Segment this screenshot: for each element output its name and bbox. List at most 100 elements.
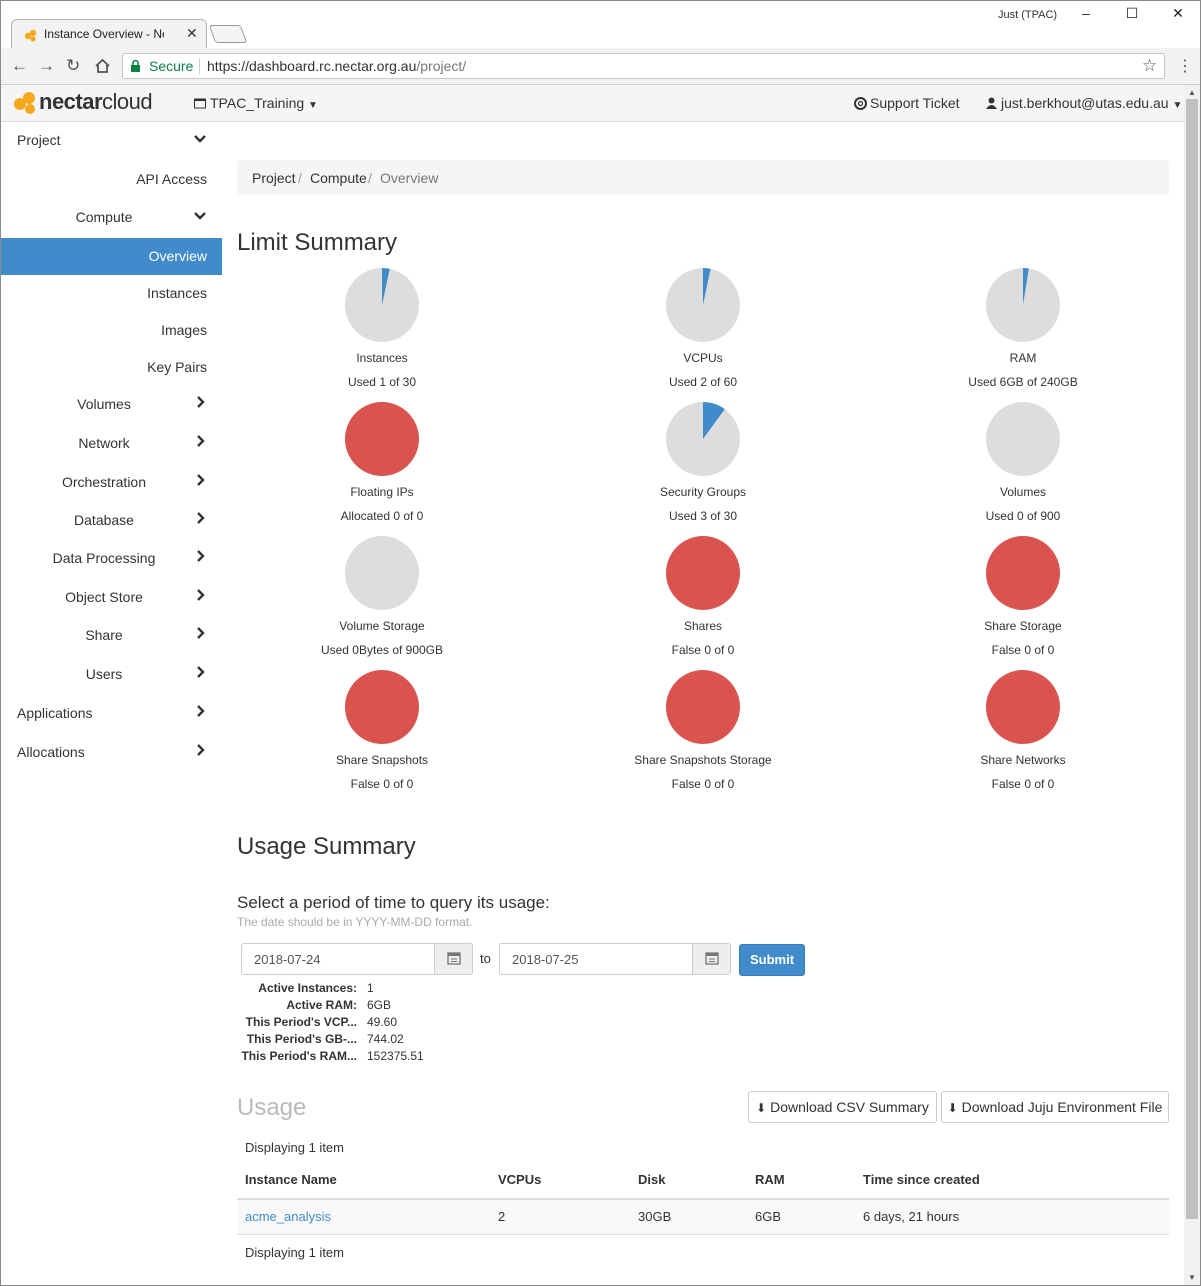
- minimize-icon[interactable]: –: [1071, 5, 1101, 21]
- end-date-value: 2018-07-25: [512, 952, 579, 967]
- pie-chart: [345, 268, 419, 342]
- submit-button[interactable]: Submit: [739, 944, 805, 976]
- breadcrumb: Project / Compute / Overview: [237, 160, 1169, 195]
- download-csv-button[interactable]: ⬇ Download CSV Summary: [748, 1091, 937, 1123]
- sidebar-item-network[interactable]: Network: [1, 425, 222, 462]
- limit-pie-volumes: [923, 401, 1123, 477]
- sidebar-item-label: Instances: [147, 285, 207, 301]
- table-count-top: Displaying 1 item: [245, 1140, 344, 1155]
- breadcrumb-project[interactable]: Project: [252, 170, 296, 186]
- chevron-right-icon: [197, 705, 205, 717]
- bookmark-star-icon[interactable]: ☆: [1142, 56, 1157, 76]
- back-icon[interactable]: ←: [11, 56, 28, 76]
- col-vcpus[interactable]: VCPUs: [498, 1172, 541, 1187]
- browser-menu-icon[interactable]: ⋮: [1177, 56, 1193, 76]
- query-hint: The date should be in YYYY-MM-DD format.: [237, 915, 473, 929]
- pie-label: Share Snapshots Storage: [634, 753, 772, 767]
- sidebar-item-volumes[interactable]: Volumes: [1, 386, 222, 423]
- pie-status: False 0 of 0: [350, 777, 414, 791]
- page-scrollbar[interactable]: ▲ ▼: [1184, 85, 1200, 1285]
- pie-status: Used 0 of 900: [985, 509, 1061, 523]
- new-tab-button[interactable]: [208, 25, 248, 43]
- browser-window: Instance Overview - Nect ✕ Just (TPAC) –…: [0, 0, 1201, 1286]
- sidebar-item-project[interactable]: Project: [1, 122, 222, 159]
- secure-label: Secure: [149, 58, 194, 74]
- cell-vcpus: 2: [498, 1209, 506, 1224]
- pie-chart: [345, 670, 419, 744]
- pie-status: Used 0Bytes of 900GB: [320, 643, 444, 657]
- pie-label: RAM: [1009, 351, 1037, 365]
- download-juju-button[interactable]: ⬇ Download Juju Environment File: [941, 1091, 1169, 1123]
- maximize-icon[interactable]: ☐: [1117, 5, 1147, 22]
- sidebar-item-images[interactable]: Images: [1, 312, 222, 349]
- sidebar-item-api-access[interactable]: API Access: [1, 161, 222, 198]
- brand-wordmark[interactable]: nectarcloud: [39, 89, 153, 115]
- scroll-up-icon[interactable]: ▲: [1188, 88, 1196, 97]
- start-date-field[interactable]: 2018-07-24: [241, 943, 473, 975]
- browser-tab[interactable]: Instance Overview - Nect ✕: [11, 19, 207, 48]
- breadcrumb-compute[interactable]: Compute: [310, 170, 367, 186]
- scrollbar-thumb[interactable]: [1186, 99, 1198, 1219]
- col-instance-name[interactable]: Instance Name: [245, 1172, 337, 1187]
- limit-summary-title: Limit Summary: [237, 229, 398, 256]
- pie-background: [986, 402, 1060, 476]
- pie-label: Shares: [683, 619, 723, 633]
- sidebar-item-object-store[interactable]: Object Store: [1, 579, 222, 616]
- url-text[interactable]: https://dashboard.rc.nectar.org.au/proje…: [207, 58, 466, 74]
- pie-status: Allocated 0 of 0: [340, 509, 424, 523]
- cell-disk: 30GB: [638, 1209, 672, 1224]
- end-calendar-button[interactable]: [692, 944, 730, 974]
- forward-icon[interactable]: →: [38, 56, 55, 76]
- user-menu[interactable]: just.berkhout@utas.edu.au ▼: [986, 95, 1182, 111]
- sidebar-item-label: Allocations: [17, 744, 85, 760]
- pie-status: False 0 of 0: [991, 777, 1055, 791]
- sidebar-item-overview[interactable]: Overview: [1, 238, 222, 275]
- close-window-icon[interactable]: ✕: [1163, 5, 1193, 22]
- col-ram[interactable]: RAM: [755, 1172, 785, 1187]
- pie-background: [666, 670, 740, 744]
- reload-icon[interactable]: ↻: [66, 56, 80, 76]
- stat-value: 152375.51: [367, 1049, 424, 1063]
- pie-label: Share Storage: [984, 619, 1062, 633]
- sidebar-item-database[interactable]: Database: [1, 502, 222, 539]
- stat-value: 49.60: [367, 1015, 398, 1029]
- chevron-down-icon: [194, 135, 206, 143]
- address-bar[interactable]: Secure https://dashboard.rc.nectar.org.a…: [122, 53, 1165, 79]
- sidebar-item-key-pairs[interactable]: Key Pairs: [1, 349, 222, 386]
- project-selector[interactable]: TPAC_Training ▼: [194, 95, 318, 111]
- nectar-logo-icon[interactable]: [13, 91, 39, 115]
- project-name: TPAC_Training: [210, 95, 305, 111]
- chevron-right-icon: [197, 435, 205, 447]
- limit-pie-volume-storage: [282, 535, 482, 611]
- col-time-since-created[interactable]: Time since created: [863, 1172, 980, 1187]
- sidebar-item-label: Project: [17, 132, 61, 148]
- breadcrumb-overview: Overview: [380, 170, 439, 186]
- sidebar-item-compute[interactable]: Compute: [1, 199, 222, 236]
- home-icon[interactable]: [94, 58, 111, 74]
- pie-chart: [345, 402, 419, 476]
- sidebar-item-share[interactable]: Share: [1, 617, 222, 654]
- app-header: nectarcloud TPAC_Training ▼ Support Tick…: [1, 85, 1184, 122]
- pie-status: False 0 of 0: [671, 777, 735, 791]
- support-ticket-link[interactable]: Support Ticket: [854, 95, 960, 111]
- scroll-down-icon[interactable]: ▼: [1188, 1273, 1196, 1282]
- sidebar-item-users[interactable]: Users: [1, 656, 222, 693]
- instance-name-link[interactable]: acme_analysis: [245, 1209, 331, 1224]
- sidebar-item-allocations[interactable]: Allocations: [1, 734, 222, 771]
- end-date-field[interactable]: 2018-07-25: [499, 943, 731, 975]
- project-folder-icon: [194, 98, 206, 109]
- sidebar-item-data-processing[interactable]: Data Processing: [1, 540, 222, 577]
- sidebar-nav: Project API Access Compute Overview Instance…: [1, 122, 222, 1285]
- sidebar-item-applications[interactable]: Applications: [1, 695, 222, 732]
- window-user-chip[interactable]: Just (TPAC): [998, 9, 1057, 21]
- sidebar-item-orchestration[interactable]: Orchestration: [1, 464, 222, 501]
- nectar-favicon-icon: [24, 29, 37, 42]
- tab-close-icon[interactable]: ✕: [186, 25, 198, 42]
- col-disk[interactable]: Disk: [638, 1172, 665, 1187]
- chevron-right-icon: [197, 550, 205, 562]
- start-calendar-button[interactable]: [434, 944, 472, 974]
- pie-background: [986, 670, 1060, 744]
- stat-value: 6GB: [367, 998, 392, 1012]
- sidebar-item-instances[interactable]: Instances: [1, 275, 222, 312]
- address-divider: [199, 58, 200, 74]
